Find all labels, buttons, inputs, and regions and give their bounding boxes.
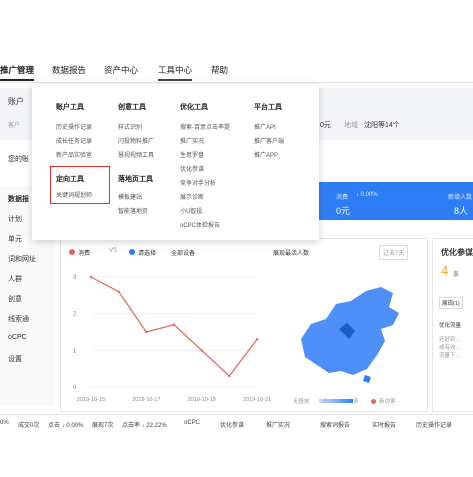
y-tick-label: 2 <box>73 312 77 318</box>
dd-item-smart-landing[interactable]: 智能落地页 <box>118 206 148 215</box>
nav-item-help[interactable]: 帮助 <box>211 64 228 76</box>
account-label: 账户 <box>8 97 24 106</box>
data-point[interactable] <box>172 323 176 326</box>
dd-item-client[interactable]: 推广客户端 <box>254 136 284 145</box>
nav-hover-underline <box>158 79 192 81</box>
dd-item-diagnosis[interactable]: 展示诊断 <box>180 192 204 201</box>
x-tick-label: 2019-10-15 <box>77 397 105 403</box>
panel-item-2c: 流量下... <box>439 353 461 359</box>
nav-item-promotion[interactable]: 推广管理 <box>0 64 34 76</box>
dd-item-app[interactable]: 推广APP <box>254 150 278 159</box>
bottom-stat-deals: 成交0次 <box>18 423 40 429</box>
bottom-stat-impressions: 展现7次 <box>92 423 114 429</box>
y-tick-label: 0 <box>73 385 77 391</box>
chart-card: 消费 VS 请选择 全部设备 展现最活人数 过去7天 3 2 1 0 2019-10-1… <box>60 238 428 412</box>
nav-item-reports[interactable]: 数据报告 <box>52 64 86 76</box>
map-legend-few: 少 <box>323 399 329 405</box>
dd-item-ocpc-report[interactable]: oCPC体检报告 <box>180 220 220 229</box>
panel-tab[interactable]: 展现(1) <box>439 297 463 309</box>
data-point[interactable] <box>255 338 259 341</box>
bottom-link-search-report[interactable]: 搜索词报告 <box>320 420 350 429</box>
stat-visitors-value: 8人 <box>454 206 469 216</box>
dd-item-video[interactable]: 慧视视频工具 <box>118 150 154 159</box>
dd-header-creative: 创意工具 <box>118 104 146 111</box>
dd-header-landing: 落地页工具 <box>118 176 153 183</box>
y-tick-label: 1 <box>73 348 77 354</box>
budget-value: 0元 <box>320 122 331 129</box>
bottom-stat-ctr: 点击率 ↓ 22.22% <box>122 423 167 429</box>
panel-item-1[interactable]: 优化流量 <box>439 321 461 329</box>
dd-item-competitor[interactable]: 竞争对手分析 <box>180 178 216 187</box>
map-legend-new-dot <box>371 399 376 404</box>
dd-header-account: 账户工具 <box>56 104 84 111</box>
region-label: 地域 <box>344 122 358 129</box>
bottom-link-realtime[interactable]: 实时报告 <box>372 420 396 429</box>
dd-item-api[interactable]: 推广API <box>254 122 276 131</box>
x-tick-label: 2019-10-17 <box>132 397 160 403</box>
account-sub: 客户 <box>8 123 21 129</box>
data-point[interactable] <box>117 290 120 293</box>
dd-item-optimizer[interactable]: 优化参谋 <box>180 164 204 173</box>
dd-item-flash[interactable]: 闪投物料推广 <box>118 136 154 145</box>
bottom-link-live[interactable]: 推广实况 <box>266 420 290 429</box>
dd-header-platform: 平台工具 <box>254 104 282 111</box>
panel-score: 4 <box>441 263 449 278</box>
stat-spend-change: ↓ 0.00% <box>356 192 378 198</box>
bottom-stat-clicks: 点击 ↓ 0.00% <box>48 423 84 429</box>
nav-active-underline <box>0 79 34 81</box>
panel-score-unit: 条 <box>453 272 460 278</box>
x-tick-label: 2019-10-21 <box>243 397 271 403</box>
dd-header-optimize: 优化工具 <box>180 104 208 111</box>
nav-item-assets[interactable]: 资产中心 <box>104 64 138 76</box>
map-legend-new: 新访客 <box>379 399 396 405</box>
dd-item-growth[interactable]: 成长任务记录 <box>56 136 92 145</box>
region-value: 沈阳等14个 <box>364 122 400 129</box>
sidebar-item-keywords[interactable]: 词和网址 <box>0 254 55 264</box>
data-point[interactable] <box>89 275 93 279</box>
panel-item-2a: 还好到... <box>439 337 461 343</box>
data-point[interactable] <box>228 374 231 378</box>
sidebar-item-settings[interactable]: 设置 <box>0 354 55 364</box>
sidebar-item-ocpc[interactable]: oCPC <box>0 334 55 341</box>
map-legend-none: 无投放 <box>293 399 310 405</box>
dd-item-live[interactable]: 推广实况 <box>180 136 204 145</box>
nav-item-tools[interactable]: 工具中心 <box>158 64 192 76</box>
dd-item-keyword-planner[interactable]: 关键词规划师 <box>56 190 92 199</box>
x-tick-label: 2019-10-19 <box>188 397 216 403</box>
map-island <box>363 375 371 383</box>
nav-divider <box>0 82 473 83</box>
stat-visitors-label: 新增人数 <box>448 195 473 201</box>
bottom-link-history[interactable]: 历史操作记录 <box>416 420 452 429</box>
dd-item-template[interactable]: 模板建站 <box>118 192 142 201</box>
bottom-stat-rate: 0% <box>0 420 9 426</box>
account-overview-label: 您的账 <box>8 156 29 163</box>
data-point[interactable] <box>145 330 148 334</box>
bottom-link-ocpc[interactable]: oCPC <box>184 420 200 426</box>
dd-item-ctr[interactable]: 搜索-百意点击率提 <box>180 122 230 131</box>
stat-spend-value: 0元 <box>336 206 351 216</box>
china-map <box>301 287 399 383</box>
stat-spend-label: 消费 <box>336 195 349 201</box>
panel-title: 优化参谋 <box>441 248 473 257</box>
panel-item-2b: 或有效... <box>439 345 461 351</box>
dd-item-style[interactable]: 样式识别 <box>118 122 142 131</box>
tools-dropdown: 账户工具 历史操作记录 成长任务记录 新产品实验室 创意工具 样式识别 闪投物料… <box>32 84 319 240</box>
optimization-panel: 优化参谋 4 条 展现(1) 优化流量 还好到... 或有效... 流量下... <box>432 238 473 412</box>
map-legend-many: 多 <box>353 399 359 405</box>
sidebar-item-leads[interactable]: 线索通 <box>0 314 55 324</box>
dd-item-lab[interactable]: 新产品实验室 <box>56 150 92 159</box>
dd-item-compass[interactable]: 生意罗盘 <box>180 150 204 159</box>
dd-item-history[interactable]: 历史操作记录 <box>56 122 92 131</box>
data-point[interactable] <box>200 349 203 352</box>
dd-header-targeting: 定向工具 <box>56 176 84 183</box>
bottom-link-optimizer[interactable]: 优化参谋 <box>220 420 244 429</box>
dd-item-smart[interactable]: 小U智投 <box>180 206 202 215</box>
sidebar-item-creative[interactable]: 创意 <box>0 294 55 304</box>
series-line-spend <box>90 276 258 377</box>
top-nav: 推广管理 数据报告 资产中心 工具中心 帮助 <box>0 60 473 82</box>
sidebar-item-audience[interactable]: 人群 <box>0 274 55 284</box>
y-tick-label: 3 <box>73 275 77 281</box>
